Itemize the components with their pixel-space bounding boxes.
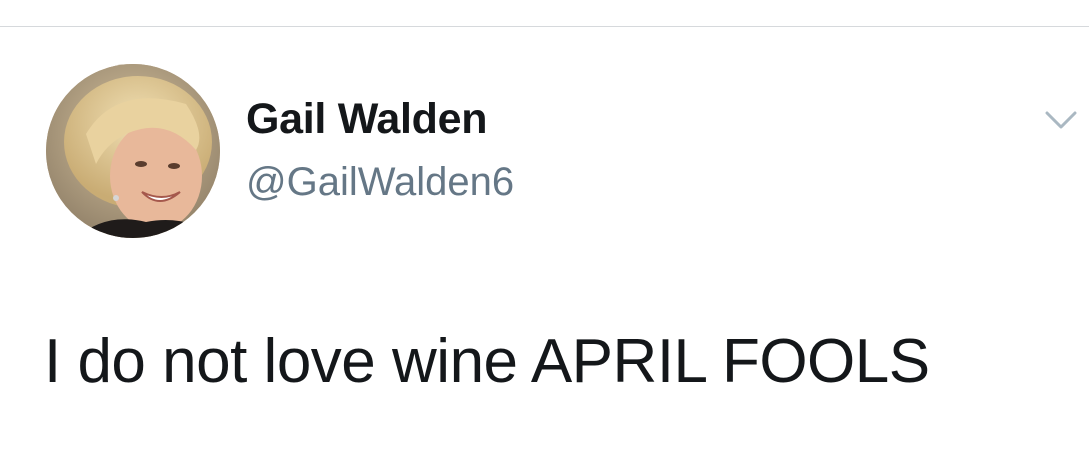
profile-photo-icon bbox=[46, 64, 220, 238]
avatar[interactable] bbox=[46, 64, 220, 238]
chevron-down-icon[interactable] bbox=[1039, 103, 1083, 135]
display-name[interactable]: Gail Walden bbox=[246, 95, 488, 144]
tweet-text: I do not love wine APRIL FOOLS bbox=[44, 327, 930, 396]
top-divider bbox=[0, 26, 1089, 27]
user-handle[interactable]: @GailWalden6 bbox=[246, 160, 514, 205]
